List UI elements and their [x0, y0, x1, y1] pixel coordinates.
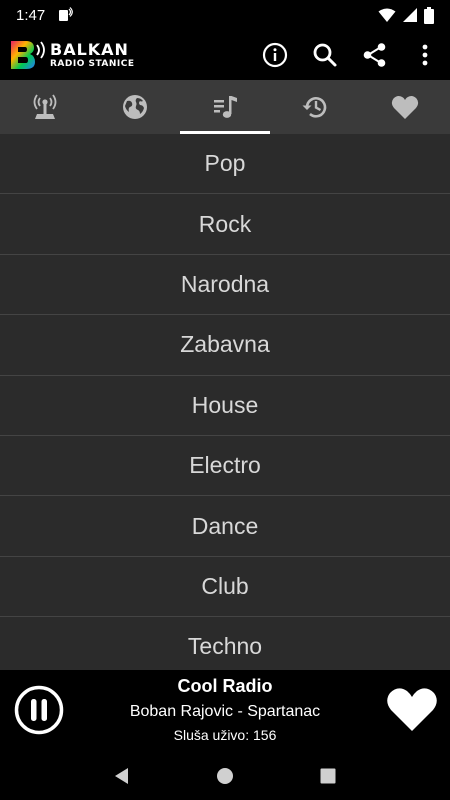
recents-icon [320, 768, 336, 784]
signal-icon [403, 8, 417, 22]
now-playing-info: Cool Radio Boban Rajovic - Spartanac Slu… [90, 676, 360, 743]
listener-count: Sluša uživo: 156 [173, 727, 277, 743]
logo-b-icon [11, 41, 45, 69]
system-nav-bar [0, 752, 450, 800]
back-icon [114, 768, 128, 784]
status-time: 1:47 [16, 6, 46, 24]
search-icon [313, 43, 337, 67]
app-notification-icon [59, 7, 74, 21]
mini-player: Cool Radio Boban Rajovic - Spartanac Slu… [0, 670, 450, 752]
genre-item-narodna[interactable]: Narodna [0, 255, 450, 316]
share-icon [363, 43, 386, 67]
genre-item-pop[interactable]: Pop [0, 134, 450, 195]
home-icon [216, 768, 233, 784]
track-name: Boban Rajovic - Spartanac [129, 703, 321, 720]
tab-history[interactable] [270, 80, 360, 134]
tab-genres[interactable] [180, 80, 270, 134]
globe-icon [123, 95, 147, 119]
logo-subtitle: RADIO STANICE [50, 58, 135, 69]
genre-item-dance[interactable]: Dance [0, 496, 450, 557]
more-vert-icon [422, 44, 428, 66]
status-icons [378, 6, 434, 24]
favorite-button[interactable] [386, 686, 438, 732]
genre-list: Pop Rock Narodna Zabavna House Electro D… [0, 134, 450, 670]
share-button[interactable] [350, 30, 400, 80]
info-button[interactable] [250, 30, 300, 80]
radio-tower-icon [33, 94, 57, 119]
music-genre-icon [214, 96, 237, 118]
category-tabs [0, 80, 450, 134]
genre-item-house[interactable]: House [0, 376, 450, 436]
heart-icon [391, 95, 419, 119]
wifi-icon [378, 8, 396, 22]
back-button[interactable] [102, 756, 142, 796]
tab-favorites[interactable] [360, 80, 450, 134]
genre-item-electro[interactable]: Electro [0, 436, 450, 497]
more-options-button[interactable] [400, 30, 450, 80]
tab-countries[interactable] [90, 80, 180, 134]
info-icon [262, 42, 288, 68]
genre-item-club[interactable]: Club [0, 557, 450, 618]
app-logo: BALKAN RADIO STANICE [8, 35, 135, 75]
app-actions [250, 30, 450, 80]
app-bar: BALKAN RADIO STANICE [0, 30, 450, 80]
history-icon [302, 97, 327, 118]
genre-item-techno[interactable]: Techno [0, 617, 450, 670]
station-name: Cool Radio [177, 676, 273, 696]
search-button[interactable] [300, 30, 350, 80]
logo-title: BALKAN [50, 39, 129, 59]
pause-button[interactable] [14, 685, 64, 735]
battery-icon [424, 6, 434, 24]
status-bar: 1:47 [0, 0, 450, 30]
genre-item-rock[interactable]: Rock [0, 194, 450, 255]
tab-stations[interactable] [0, 80, 90, 134]
logo-text: BALKAN RADIO STANICE [50, 39, 135, 69]
genre-item-zabavna[interactable]: Zabavna [0, 315, 450, 376]
home-button[interactable] [205, 756, 245, 796]
recents-button[interactable] [308, 756, 348, 796]
